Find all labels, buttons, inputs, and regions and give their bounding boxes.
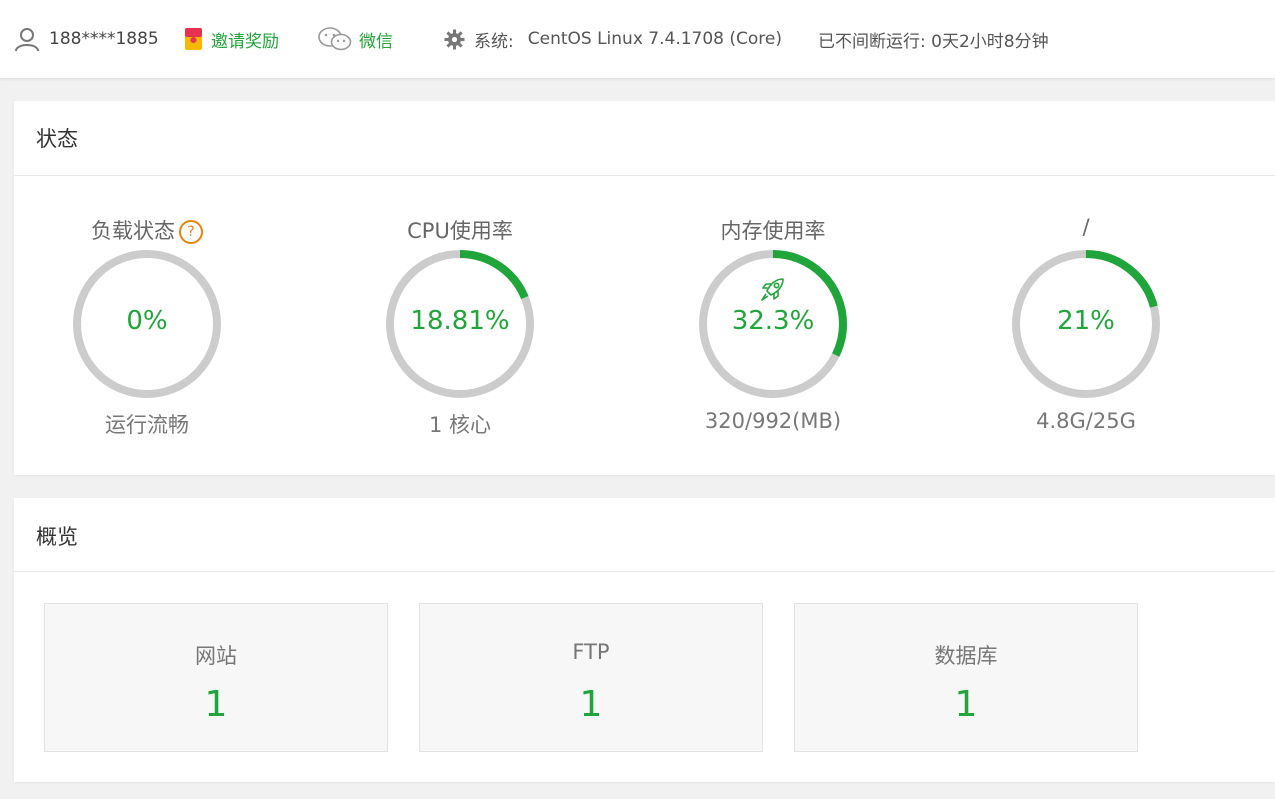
- memory-gauge-value: 32.3%: [731, 306, 815, 336]
- question-icon[interactable]: ?: [179, 220, 203, 244]
- overview-card-name: 数据库: [934, 644, 998, 668]
- system-label: 系统:: [474, 31, 514, 52]
- uptime-text: 已不间断运行: 0天2小时8分钟: [818, 31, 1049, 52]
- user-account[interactable]: 188****1885: [14, 0, 159, 78]
- load-gauge-title: 负载状态?: [47, 215, 247, 245]
- load-gauge-subtext: 运行流畅: [105, 413, 189, 437]
- overview-card-sites[interactable]: 网站 1: [44, 603, 388, 752]
- gear-icon: [444, 29, 465, 49]
- disk-gauge-subtext: 4.8G/25G: [1036, 409, 1136, 433]
- overview-card-name: 网站: [195, 644, 237, 668]
- disk-gauge-value: 21%: [1057, 306, 1115, 336]
- status-panel: 状态 负载状态? 0% 运行流畅 CPU使用率 18.81% 1 核心 内存使用…: [14, 101, 1275, 475]
- wechat-icon: [318, 27, 352, 51]
- username: 188****1885: [49, 29, 159, 49]
- load-gauge-label: 负载状态: [91, 219, 175, 243]
- load-gauge-value: 0%: [126, 306, 168, 336]
- overview-panel-title: 概览: [14, 498, 1275, 572]
- cpu-gauge-label: CPU使用率: [407, 219, 513, 243]
- wechat-link[interactable]: 微信: [318, 0, 393, 78]
- rocket-icon[interactable]: [759, 275, 787, 303]
- invite-reward-link[interactable]: 邀请奖励: [184, 0, 279, 78]
- top-bar: 188****1885 邀请奖励 微信 系统: CentOS Linux 7.4…: [0, 0, 1275, 79]
- cpu-gauge-subtext: 1 核心: [428, 413, 492, 437]
- wechat-label: 微信: [359, 31, 393, 52]
- overview-card-count[interactable]: 1: [420, 684, 762, 725]
- disk-gauge-label: /: [1082, 215, 1090, 239]
- memory-gauge-subtext: 320/992(MB): [704, 409, 842, 433]
- user-icon: [15, 28, 39, 52]
- cpu-gauge-value: 18.81%: [410, 306, 510, 336]
- gift-icon: [185, 28, 202, 50]
- overview-card-databases[interactable]: 数据库 1: [794, 603, 1138, 752]
- overview-card-name: FTP: [572, 640, 610, 664]
- system-info: 系统: CentOS Linux 7.4.1708 (Core): [444, 0, 782, 78]
- overview-card-count[interactable]: 1: [45, 684, 387, 725]
- system-value: CentOS Linux 7.4.1708 (Core): [527, 29, 783, 49]
- overview-card-ftp[interactable]: FTP 1: [419, 603, 763, 752]
- overview-panel: 概览 网站 1 FTP 1 数据库 1: [14, 498, 1275, 782]
- overview-card-count[interactable]: 1: [795, 684, 1137, 725]
- invite-label: 邀请奖励: [211, 31, 279, 52]
- status-panel-title: 状态: [14, 101, 1275, 176]
- memory-gauge-label: 内存使用率: [720, 219, 826, 243]
